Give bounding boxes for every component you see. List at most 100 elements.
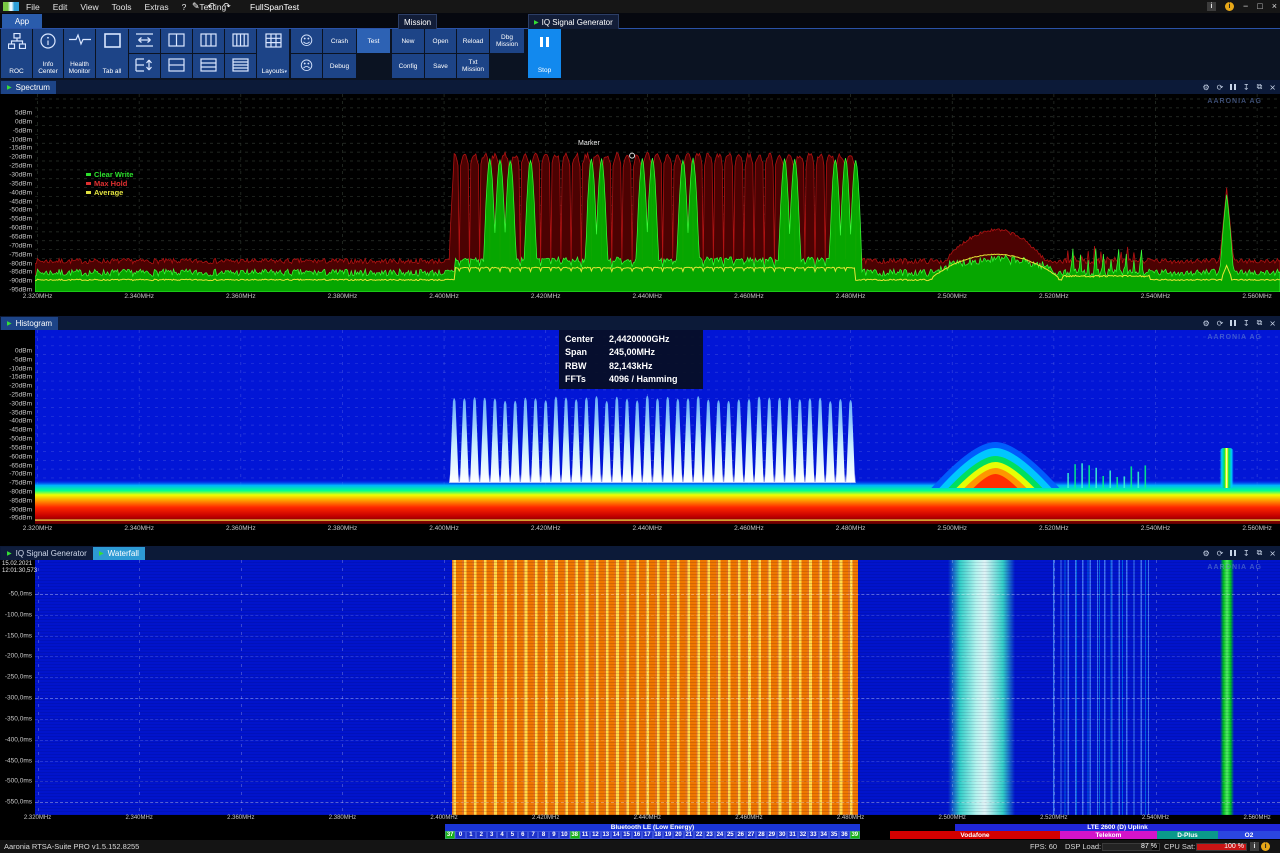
edit-pencil-icon[interactable]: ✎ (192, 2, 200, 12)
pause-icon[interactable] (1230, 550, 1236, 556)
smiley-happy-button[interactable]: ☺ (291, 29, 322, 53)
info-label: FFTs (565, 374, 609, 384)
tab-all-button[interactable]: Tab all (96, 29, 128, 78)
ble-channel-29: 29 (767, 831, 777, 839)
document-title: FullSpanTest (250, 0, 299, 13)
waterfall-tab[interactable]: ▶ Waterfall (93, 547, 145, 560)
menu-view[interactable]: View (80, 2, 98, 12)
snapshot-icon[interactable]: ↧ (1243, 83, 1250, 92)
ble-channel-16: 16 (632, 831, 642, 839)
crash-button[interactable]: Crash (323, 29, 356, 53)
menu-tools[interactable]: Tools (112, 2, 132, 12)
x-axis-label: 2.440MHz (633, 293, 663, 300)
titlebar-tool-icons: ✎ ↶ ↷ (192, 0, 231, 13)
notification-icon[interactable]: i (1225, 2, 1234, 11)
dsp-load-value: 87 % (1141, 844, 1157, 850)
detach-icon[interactable]: ⧉ (1257, 82, 1263, 92)
health-monitor-button[interactable]: Health Monitor (64, 29, 95, 78)
three-columns-layout-button[interactable] (193, 29, 224, 53)
histogram-panel-tab[interactable]: ▶ Histogram (1, 317, 58, 330)
mission-dbg-mission-button[interactable]: Dbg Mission (490, 29, 524, 53)
ble-channel-22: 22 (694, 831, 704, 839)
test-button[interactable]: Test (357, 29, 390, 53)
close-icon[interactable]: × (1269, 319, 1276, 328)
maximize-button[interactable]: □ (1257, 0, 1262, 13)
gear-icon[interactable]: ⚙ (1203, 549, 1210, 558)
iq-signal-generator-tab[interactable]: ▶ IQ Signal Generator (1, 547, 93, 560)
mission-save-button[interactable]: Save (425, 54, 456, 78)
x-axis-label: 2.520MHz (1039, 293, 1069, 300)
waterfall-panel: ▶ IQ Signal Generator ▶ Waterfall ⚙ ⟳ ↧ … (0, 546, 1280, 840)
close-button[interactable]: × (1272, 0, 1277, 13)
debug-button[interactable]: Debug (323, 54, 356, 78)
minimize-button[interactable]: − (1243, 0, 1248, 13)
detach-icon[interactable]: ⧉ (1257, 548, 1263, 558)
split-vertical-arrows-button[interactable] (129, 54, 160, 78)
menu-extras[interactable]: Extras (144, 2, 168, 12)
roc-label: ROC (9, 68, 23, 75)
mission-reload-button[interactable]: Reload (457, 29, 489, 53)
dsp-load-label: DSP Load: (1065, 840, 1101, 853)
mission-open-button[interactable]: Open (425, 29, 456, 53)
split-horizontal-arrows-button[interactable] (129, 29, 160, 53)
y-axis-label: -85dBm (0, 269, 32, 276)
pause-icon[interactable] (1230, 84, 1236, 90)
smiley-sad-button[interactable]: ☹ (291, 54, 322, 78)
y-axis-label: -400,0ms (0, 736, 32, 743)
layouts-grid-icon (265, 33, 282, 50)
gear-icon[interactable]: ⚙ (1203, 83, 1210, 92)
snapshot-icon[interactable]: ↧ (1243, 319, 1250, 328)
pause-icon (540, 37, 549, 47)
snapshot-icon[interactable]: ↧ (1243, 549, 1250, 558)
waterfall-time: 12:01:30,573 (2, 568, 37, 575)
menu-edit[interactable]: Edit (53, 2, 68, 12)
menu-file[interactable]: File (26, 2, 40, 12)
test-column: Test (357, 29, 390, 78)
x-axis-label: 2.460MHz (734, 293, 764, 300)
iq-stop-button[interactable]: Stop (528, 29, 561, 78)
ribbon-tab-mission[interactable]: Mission (398, 14, 437, 29)
mission-txt-mission-button[interactable]: Txt Mission (457, 54, 489, 78)
spectrum-panel-tab[interactable]: ▶ Spectrum (1, 81, 56, 94)
ble-channel-4: 4 (497, 831, 507, 839)
ribbon-tab-iq-signal-generator[interactable]: ▶ IQ Signal Generator (528, 14, 619, 29)
y-axis-label: -45dBm (0, 427, 32, 434)
spectrum-plot[interactable]: 5dBm0dBm-5dBm-10dBm-15dBm-20dBm-25dBm-30… (0, 94, 1280, 292)
two-rows-layout-button[interactable] (161, 54, 192, 78)
four-columns-layout-button[interactable] (225, 29, 256, 53)
mission-new-button[interactable]: New (392, 29, 424, 53)
layouts-button[interactable]: Layouts ▾ (257, 29, 289, 78)
fps-indicator: FPS: 60 (1030, 840, 1057, 853)
undo-icon[interactable]: ↶ (208, 2, 216, 12)
refresh-icon[interactable]: ⟳ (1217, 549, 1224, 558)
menu-help[interactable]: ? (182, 2, 187, 12)
three-rows-layout-button[interactable] (193, 54, 224, 78)
waterfall-plot[interactable]: 15.02.2021 12:01:30,573 -50,0ms-100,0ms-… (0, 560, 1280, 815)
close-icon[interactable]: × (1269, 83, 1276, 92)
info-icon[interactable]: i (1207, 2, 1216, 11)
roc-button[interactable]: ROC (1, 29, 32, 78)
y-axis-label: -40dBm (0, 418, 32, 425)
histogram-plot[interactable]: 0dBm-5dBm-10dBm-15dBm-20dBm-25dBm-30dBm-… (0, 330, 1280, 524)
split-buttons-column-1 (129, 29, 160, 78)
info-center-button[interactable]: Info Center (33, 29, 63, 78)
redo-icon[interactable]: ↷ (223, 2, 231, 12)
iq-signal-generator-tab-label: IQ Signal Generator (16, 549, 87, 558)
aaronia-watermark: AARONIA AG (1207, 564, 1262, 571)
detach-icon[interactable]: ⧉ (1257, 318, 1263, 328)
three-columns-icon (200, 33, 217, 49)
close-icon[interactable]: × (1269, 549, 1276, 558)
info-icon[interactable]: i (1250, 842, 1259, 851)
x-axis-label: 2.420MHz (532, 815, 559, 821)
ribbon-tab-app[interactable]: App (2, 14, 42, 28)
two-columns-layout-button[interactable] (161, 29, 192, 53)
gear-icon[interactable]: ⚙ (1203, 319, 1210, 328)
notification-icon[interactable]: i (1261, 842, 1270, 851)
health-monitor-label: Health Monitor (64, 61, 95, 75)
refresh-icon[interactable]: ⟳ (1217, 83, 1224, 92)
four-rows-layout-button[interactable] (225, 54, 256, 78)
mission-config-button[interactable]: Config (392, 54, 424, 78)
pause-icon[interactable] (1230, 320, 1236, 326)
refresh-icon[interactable]: ⟳ (1217, 319, 1224, 328)
waterfall-time-gridline (35, 802, 1280, 803)
